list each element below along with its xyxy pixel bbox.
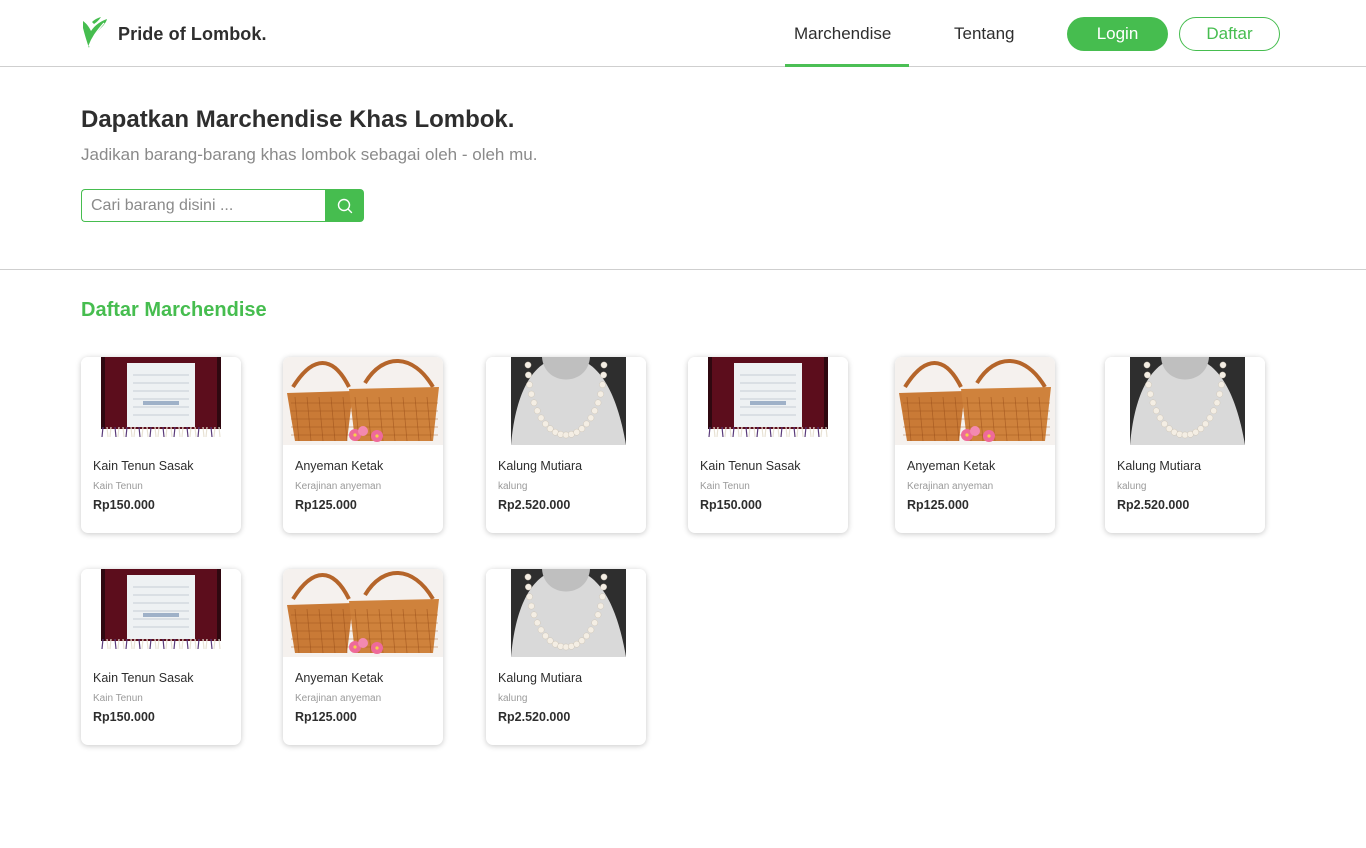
leaf-logo-icon xyxy=(83,17,107,48)
product-image[interactable] xyxy=(688,357,848,445)
login-button[interactable]: Login xyxy=(1067,17,1168,51)
register-button[interactable]: Daftar xyxy=(1179,17,1280,51)
product-image[interactable] xyxy=(1105,357,1265,445)
product-price: Rp2.520.000 xyxy=(498,710,571,724)
product-image[interactable] xyxy=(283,569,443,657)
product-image[interactable] xyxy=(283,357,443,445)
product-price: Rp125.000 xyxy=(295,498,357,512)
product-card[interactable]: Kain Tenun Sasak Kain Tenun Rp150.000 xyxy=(81,357,241,533)
brand-name: Pride of Lombok. xyxy=(118,23,267,44)
nav-active-indicator xyxy=(785,64,909,67)
section-title: Daftar Marchendise xyxy=(81,299,267,321)
product-price: Rp125.000 xyxy=(907,498,969,512)
product-category: Kerajinan anyeman xyxy=(295,693,382,704)
product-price: Rp2.520.000 xyxy=(498,498,571,512)
product-name: Kalung Mutiara xyxy=(498,671,583,685)
product-category: Kerajinan anyeman xyxy=(907,481,994,492)
product-card[interactable]: Kalung Mutiara kalung Rp2.520.000 xyxy=(486,569,646,745)
product-image[interactable] xyxy=(81,357,241,445)
product-category: kalung xyxy=(498,693,528,704)
product-price: Rp2.520.000 xyxy=(1117,498,1190,512)
product-card[interactable]: Kain Tenun Sasak Kain Tenun Rp150.000 xyxy=(81,569,241,745)
product-price: Rp150.000 xyxy=(93,498,155,512)
search-button[interactable] xyxy=(325,189,364,222)
product-name: Anyeman Ketak xyxy=(907,459,996,473)
nav-link-marchendise[interactable]: Marchendise xyxy=(794,24,891,44)
page-title: Dapatkan Marchendise Khas Lombok. xyxy=(81,106,515,133)
product-image[interactable] xyxy=(486,357,646,445)
search-input[interactable] xyxy=(81,189,325,222)
product-price: Rp150.000 xyxy=(700,498,762,512)
product-name: Kain Tenun Sasak xyxy=(700,459,801,473)
product-card[interactable]: Kalung Mutiara kalung Rp2.520.000 xyxy=(486,357,646,533)
nav-link-tentang[interactable]: Tentang xyxy=(954,24,1015,44)
product-image[interactable] xyxy=(895,357,1055,445)
product-card[interactable]: Kalung Mutiara kalung Rp2.520.000 xyxy=(1105,357,1265,533)
product-card[interactable]: Kain Tenun Sasak Kain Tenun Rp150.000 xyxy=(688,357,848,533)
brand[interactable]: Pride of Lombok. xyxy=(79,16,267,50)
product-category: kalung xyxy=(1117,481,1147,492)
product-image[interactable] xyxy=(81,569,241,657)
product-category: Kerajinan anyeman xyxy=(295,481,382,492)
product-card[interactable]: Anyeman Ketak Kerajinan anyeman Rp125.000 xyxy=(283,357,443,533)
product-name: Kalung Mutiara xyxy=(498,459,583,473)
product-name: Kalung Mutiara xyxy=(1117,459,1202,473)
page-subtitle: Jadikan barang-barang khas lombok sebaga… xyxy=(81,145,538,164)
product-card[interactable]: Anyeman Ketak Kerajinan anyeman Rp125.000 xyxy=(895,357,1055,533)
product-price: Rp150.000 xyxy=(93,710,155,724)
product-category: Kain Tenun xyxy=(93,693,143,704)
product-card[interactable]: Anyeman Ketak Kerajinan anyeman Rp125.000 xyxy=(283,569,443,745)
search-bar xyxy=(81,189,364,222)
product-name: Kain Tenun Sasak xyxy=(93,459,194,473)
section-divider xyxy=(0,269,1366,270)
product-name: Anyeman Ketak xyxy=(295,459,384,473)
search-icon xyxy=(337,198,352,213)
product-price: Rp125.000 xyxy=(295,710,357,724)
product-category: Kain Tenun xyxy=(700,481,750,492)
top-navbar: Pride of Lombok. Marchendise Tentang Log… xyxy=(0,0,1366,67)
product-image[interactable] xyxy=(486,569,646,657)
product-category: kalung xyxy=(498,481,528,492)
product-name: Anyeman Ketak xyxy=(295,671,384,685)
product-name: Kain Tenun Sasak xyxy=(93,671,194,685)
product-category: Kain Tenun xyxy=(93,481,143,492)
